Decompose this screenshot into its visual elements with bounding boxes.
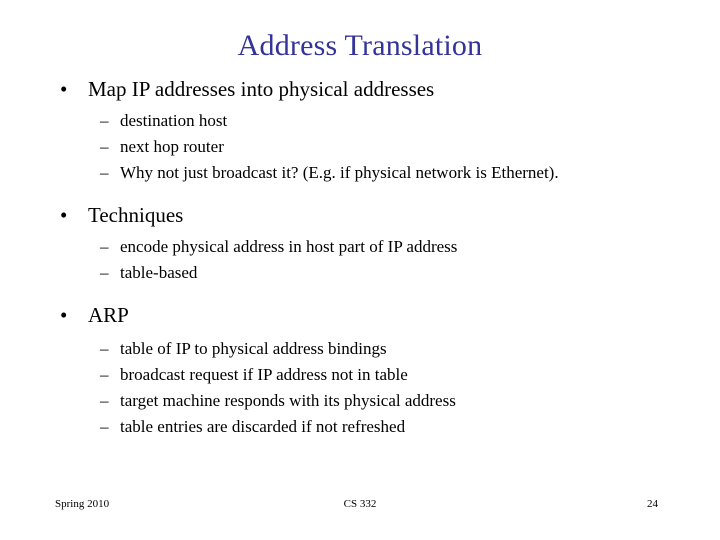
bullet-group-2: • Techniques – encode physical address i… — [0, 200, 720, 286]
bullet-level2-text: broadcast request if IP address not in t… — [120, 365, 408, 384]
dash-icon: – — [100, 263, 109, 282]
bullet-level2-text: next hop router — [120, 137, 224, 156]
bullet-level2-text: table entries are discarded if not refre… — [120, 417, 406, 436]
slide-body: • Map IP addresses into physical address… — [0, 74, 720, 440]
bullet-level2-item: – encode physical address in host part o… — [0, 234, 720, 260]
slide: Address Translation • Map IP addresses i… — [0, 0, 720, 540]
bullet-level1-text: Map IP addresses into physical addresses — [88, 77, 435, 101]
dash-icon: – — [100, 237, 109, 256]
dash-icon: – — [100, 137, 109, 156]
bullet-dot-icon: • — [60, 303, 68, 327]
bullet-level1-text: Techniques — [88, 203, 184, 227]
bullet-level1-text: ARP — [88, 303, 129, 327]
bullet-level2-item: – broadcast request if IP address not in… — [0, 362, 720, 388]
bullet-level2-item: – table of IP to physical address bindin… — [0, 336, 720, 362]
dash-icon: – — [100, 339, 109, 358]
dash-icon: – — [100, 365, 109, 384]
bullet-level2-text: target machine responds with its physica… — [120, 391, 456, 410]
bullet-level1-heading: • Map IP addresses into physical address… — [0, 74, 720, 104]
bullet-level1-heading: • Techniques — [0, 200, 720, 230]
bullet-level1-heading: • ARP — [0, 300, 720, 330]
dash-icon: – — [100, 391, 109, 410]
bullet-level2-text: table-based — [120, 263, 198, 282]
dash-icon: – — [100, 163, 109, 182]
slide-footer: Spring 2010 CS 332 24 — [0, 496, 720, 516]
bullet-group-1: • Map IP addresses into physical address… — [0, 74, 720, 186]
bullet-level2-text: encode physical address in host part of … — [120, 237, 458, 256]
bullet-dot-icon: • — [60, 77, 68, 101]
dash-icon: – — [100, 417, 109, 436]
bullet-level2-item: – table entries are discarded if not ref… — [0, 414, 720, 440]
bullet-dot-icon: • — [60, 203, 68, 227]
dash-icon: – — [100, 111, 109, 130]
bullet-level2-text: Why not just broadcast it? (E.g. if phys… — [120, 163, 559, 182]
bullet-level2-item: – next hop router — [0, 134, 720, 160]
bullet-level2-item: – target machine responds with its physi… — [0, 388, 720, 414]
footer-course: CS 332 — [343, 498, 377, 510]
bullet-level2-text: destination host — [120, 111, 228, 130]
footer-page-number: 24 — [647, 498, 658, 510]
bullet-level2-text: table of IP to physical address bindings — [120, 339, 387, 358]
bullet-level2-item: – destination host — [0, 108, 720, 134]
bullet-level2-item: – Why not just broadcast it? (E.g. if ph… — [0, 160, 720, 186]
bullet-group-3: • ARP – table of IP to physical address … — [0, 300, 720, 440]
page-title: Address Translation — [237, 29, 483, 62]
bullet-level2-item: – table-based — [0, 260, 720, 286]
